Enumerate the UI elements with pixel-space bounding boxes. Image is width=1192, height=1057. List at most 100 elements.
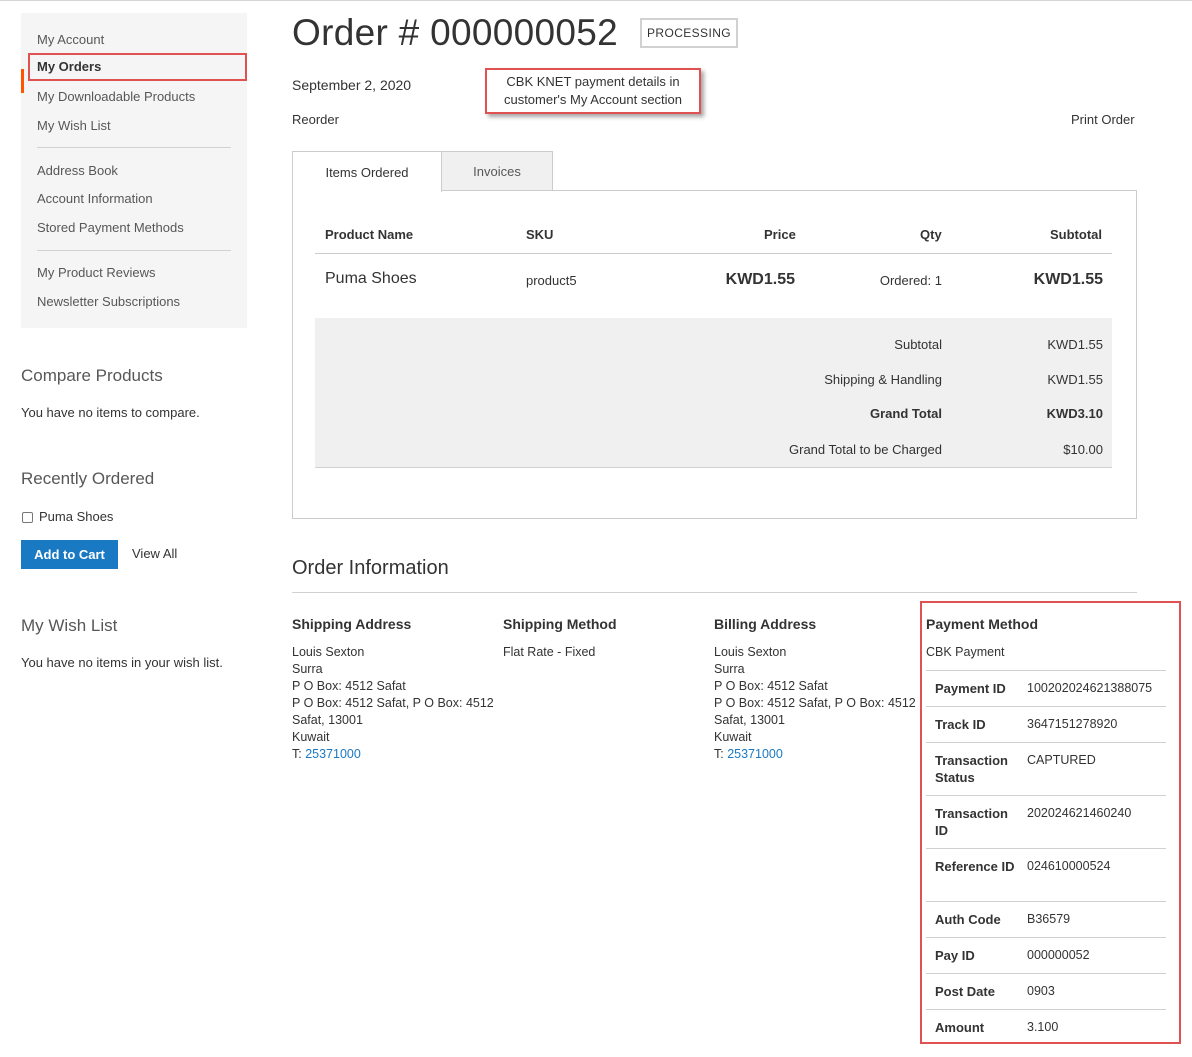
shipping-address-line: P O Box: 4512 Safat, P O Box: 4512	[292, 696, 494, 710]
nav-my-account[interactable]: My Account	[37, 32, 104, 48]
order-information-title: Order Information	[292, 557, 449, 579]
annotation-callout: CBK KNET payment details in customer's M…	[485, 68, 701, 114]
shipping-address-line: Safat, 13001	[292, 713, 363, 727]
payment-row-divider	[926, 901, 1166, 902]
totals-grand-total-value: KWD3.10	[1046, 406, 1103, 421]
section-divider	[292, 592, 1137, 593]
shipping-address-line: Louis Sexton	[292, 645, 365, 659]
payment-method-name: CBK Payment	[926, 645, 1005, 659]
payment-value: 3647151278920	[1027, 717, 1118, 731]
totals-subtotal-value: KWD1.55	[1047, 337, 1103, 352]
nav-stored-payment-methods[interactable]: Stored Payment Methods	[37, 220, 184, 236]
payment-label: Post Date	[935, 984, 995, 999]
wish-list-title: My Wish List	[21, 616, 118, 635]
shipping-address-line: P O Box: 4512 Safat	[292, 679, 406, 693]
totals-shipping-label: Shipping & Handling	[824, 372, 942, 387]
payment-value: 000000052	[1027, 948, 1090, 962]
col-header-product-name: Product Name	[325, 227, 414, 242]
billing-phone-row: T: 25371000	[714, 746, 916, 763]
payment-row-divider	[926, 795, 1166, 796]
billing-address-line: Safat, 13001	[714, 713, 785, 727]
tab-items-ordered[interactable]: Items Ordered	[292, 151, 442, 192]
shipping-method-title: Shipping Method	[503, 616, 617, 632]
page-title: Order # 000000052	[292, 12, 619, 53]
order-totals	[315, 318, 1112, 468]
nav-active-marker	[21, 69, 24, 93]
shipping-address-line: Surra	[292, 662, 323, 676]
add-to-cart-button[interactable]: Add to Cart	[21, 540, 118, 569]
recent-item-checkbox[interactable]	[22, 512, 33, 523]
item-qty: Ordered: 1	[879, 273, 942, 288]
shipping-method-value: Flat Rate - Fixed	[503, 645, 596, 659]
payment-row-divider	[926, 848, 1166, 849]
item-price: KWD1.55	[725, 271, 795, 288]
payment-method-title: Payment Method	[926, 616, 1039, 632]
wish-list-empty-text: You have no items in your wish list.	[21, 655, 223, 670]
phone-prefix: T:	[714, 747, 728, 761]
print-order-link[interactable]: Print Order	[1071, 112, 1135, 127]
compare-products-title: Compare Products	[21, 366, 163, 385]
payment-label: Pay ID	[935, 948, 975, 963]
payment-value: CAPTURED	[1027, 753, 1096, 767]
col-header-sku: SKU	[526, 227, 554, 242]
payment-value: 0903	[1027, 984, 1055, 998]
recently-ordered-title: Recently Ordered	[21, 469, 155, 488]
nav-divider	[37, 250, 231, 251]
status-badge: PROCESSING	[640, 18, 738, 48]
payment-label: Auth Code	[935, 912, 1001, 927]
shipping-address: Louis Sexton Surra P O Box: 4512 Safat P…	[292, 644, 494, 763]
payment-value: 202024621460240	[1027, 806, 1132, 820]
payment-label: Payment ID	[935, 681, 1006, 696]
recent-item-name: Puma Shoes	[39, 509, 114, 524]
billing-address-line: P O Box: 4512 Safat, P O Box: 4512	[714, 696, 916, 710]
payment-label: Reference ID	[935, 859, 1015, 874]
nav-product-reviews[interactable]: My Product Reviews	[37, 265, 155, 281]
payment-row-divider	[926, 937, 1166, 938]
shipping-phone-row: T: 25371000	[292, 746, 494, 763]
payment-row-divider	[926, 670, 1166, 671]
shipping-phone-link[interactable]: 25371000	[305, 747, 361, 761]
phone-prefix: T:	[292, 747, 306, 761]
totals-subtotal-label: Subtotal	[894, 337, 942, 352]
totals-charged-value: $10.00	[1063, 442, 1103, 457]
billing-address-title: Billing Address	[714, 616, 817, 632]
col-header-subtotal: Subtotal	[1050, 227, 1102, 242]
payment-label: Transaction ID	[935, 806, 1008, 838]
item-name: Puma Shoes	[325, 270, 417, 287]
billing-address: Louis Sexton Surra P O Box: 4512 Safat P…	[714, 644, 916, 763]
annotation-line-1: CBK KNET payment details in	[506, 74, 680, 89]
nav-account-information[interactable]: Account Information	[37, 191, 153, 207]
payment-value: 3.100	[1027, 1020, 1059, 1034]
nav-newsletter[interactable]: Newsletter Subscriptions	[37, 294, 180, 310]
reorder-link[interactable]: Reorder	[292, 112, 339, 127]
billing-address-line: Surra	[714, 662, 745, 676]
payment-value: B36579	[1027, 912, 1071, 926]
totals-grand-total-label: Grand Total	[870, 406, 942, 421]
shipping-address-line: Kuwait	[292, 730, 330, 744]
payment-row-divider	[926, 706, 1166, 707]
item-subtotal: KWD1.55	[1033, 271, 1103, 288]
totals-charged-label: Grand Total to be Charged	[789, 442, 942, 457]
order-date: September 2, 2020	[292, 77, 412, 93]
payment-label: Track ID	[935, 717, 986, 732]
compare-empty-text: You have no items to compare.	[21, 405, 200, 420]
annotation-line-2: customer's My Account section	[503, 92, 683, 107]
tab-invoices[interactable]: Invoices	[441, 151, 553, 191]
table-header-divider	[315, 253, 1112, 254]
payment-label: Amount	[935, 1020, 985, 1035]
billing-address-line: P O Box: 4512 Safat	[714, 679, 828, 693]
payment-row-divider	[926, 742, 1166, 743]
nav-address-book[interactable]: Address Book	[37, 163, 118, 179]
nav-downloadable-products[interactable]: My Downloadable Products	[37, 89, 195, 105]
payment-row-divider	[926, 1009, 1166, 1010]
top-border	[0, 0, 1192, 1]
billing-phone-link[interactable]: 25371000	[727, 747, 783, 761]
col-header-qty: Qty	[920, 227, 942, 242]
view-all-link[interactable]: View All	[132, 546, 177, 561]
payment-label: Transaction Status	[935, 753, 1008, 785]
totals-shipping-value: KWD1.55	[1047, 372, 1103, 387]
item-sku: product5	[526, 273, 577, 288]
payment-value: 100202024621388075	[1027, 681, 1153, 695]
nav-wish-list[interactable]: My Wish List	[37, 118, 111, 134]
shipping-address-title: Shipping Address	[292, 616, 412, 632]
